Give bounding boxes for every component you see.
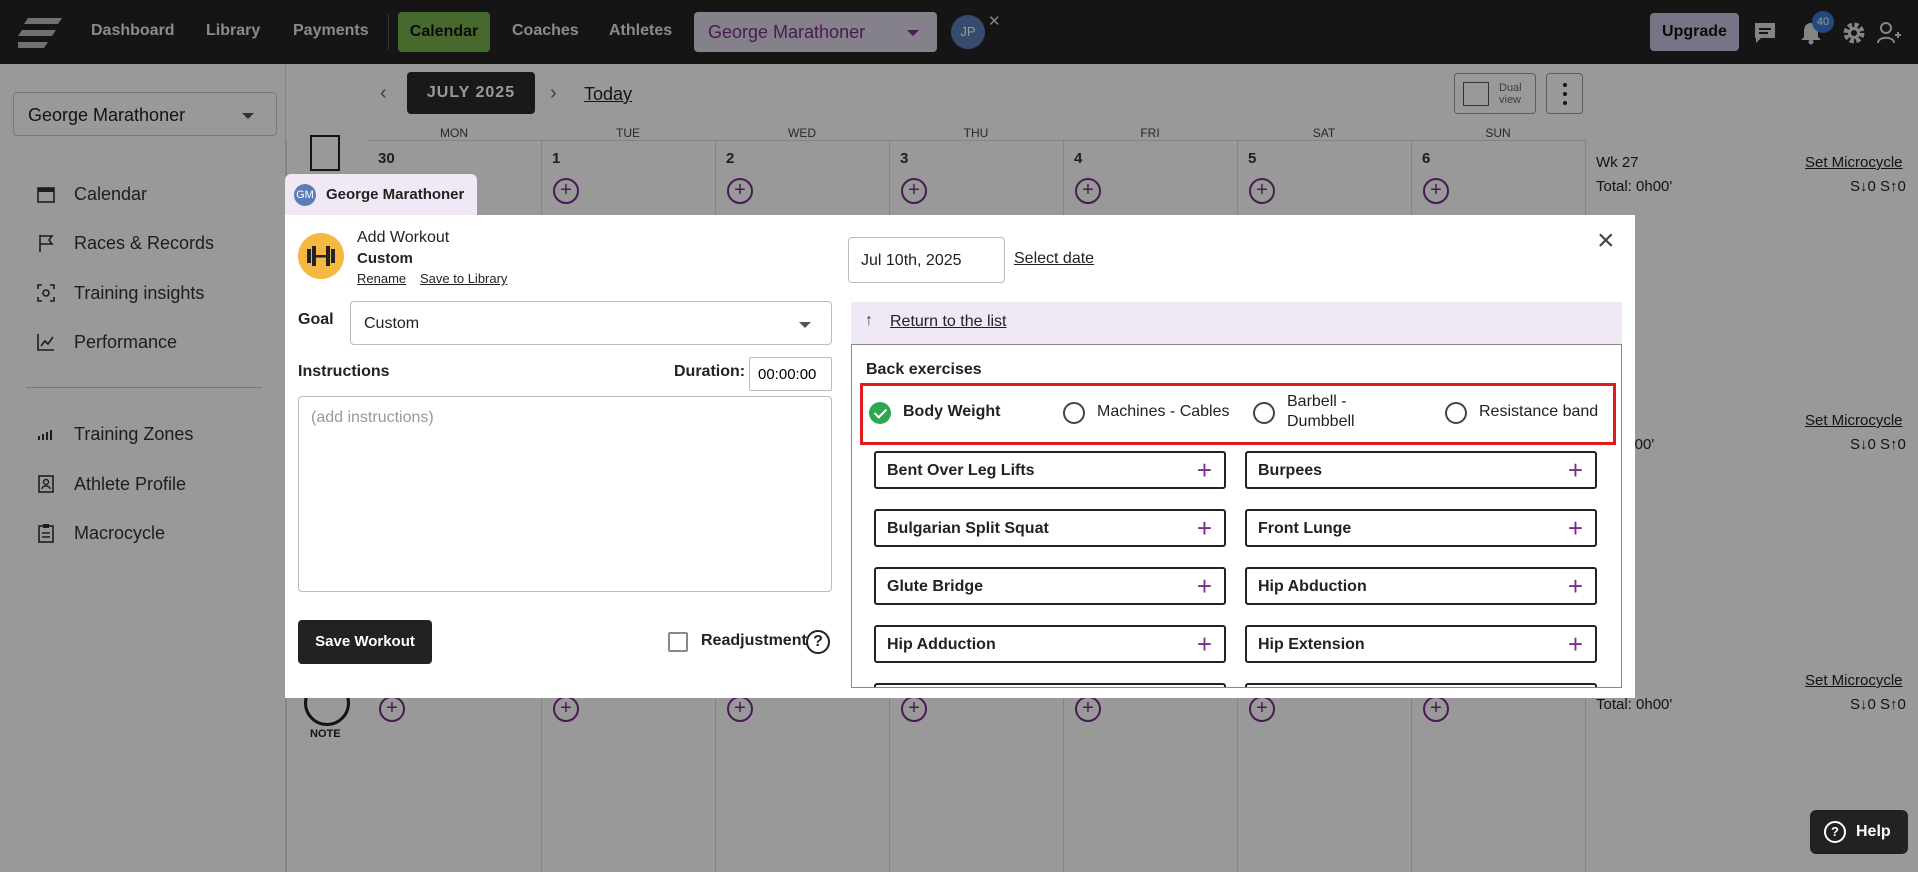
exercise-name: Bulgarian Split Squat xyxy=(887,520,1049,537)
select-date-link[interactable]: Select date xyxy=(1014,250,1094,268)
instructions-field[interactable] xyxy=(298,396,832,592)
plus-icon[interactable]: + xyxy=(1568,571,1583,602)
category-label: Body Weight xyxy=(903,403,1001,420)
help-label: Help xyxy=(1856,823,1891,840)
workout-type: Custom xyxy=(357,250,413,267)
check-circle-icon xyxy=(869,402,891,424)
help-icon[interactable]: ? xyxy=(806,630,830,654)
category-filter: Body Weight Machines - Cables Barbell - … xyxy=(860,383,1616,445)
duration-label: Duration: xyxy=(674,363,746,380)
radio-icon xyxy=(1063,402,1085,424)
exercise-item[interactable]: Glute Bridge + xyxy=(874,567,1226,605)
goal-select[interactable]: Custom xyxy=(350,301,832,345)
radio-icon xyxy=(1253,402,1275,424)
exercise-name: Glute Bridge xyxy=(887,578,984,595)
exercise-name: Front Lunge xyxy=(1258,520,1352,537)
avatar: GM xyxy=(294,184,316,206)
arrow-up-icon: ↑ xyxy=(865,312,873,329)
question-icon: ? xyxy=(1824,821,1846,843)
exercise-item[interactable] xyxy=(874,683,1226,687)
plus-icon[interactable]: + xyxy=(1568,455,1583,486)
return-to-list-link[interactable]: Return to the list xyxy=(890,313,1007,331)
exercise-name: Hip Extension xyxy=(1258,636,1365,653)
date-field[interactable]: Jul 10th, 2025 xyxy=(848,237,1005,283)
close-icon[interactable]: × xyxy=(1597,224,1615,258)
readjustment-checkbox[interactable] xyxy=(668,632,688,652)
save-to-library-link[interactable]: Save to Library xyxy=(420,271,507,286)
instructions-label: Instructions xyxy=(298,363,390,380)
plus-icon[interactable]: + xyxy=(1197,513,1212,544)
readjustment-label: Readjustment xyxy=(701,632,807,649)
help-button[interactable]: ? Help xyxy=(1810,810,1908,854)
exercise-panel: Back exercises Body Weight Machines - Ca… xyxy=(851,344,1622,688)
exercise-item[interactable]: Front Lunge + xyxy=(1245,509,1597,547)
plus-icon[interactable]: + xyxy=(1568,513,1583,544)
exercise-name: Hip Adduction xyxy=(887,636,996,653)
exercise-item[interactable] xyxy=(1245,683,1597,687)
chevron-down-icon xyxy=(799,322,811,328)
exercise-name: Hip Abduction xyxy=(1258,578,1367,595)
plus-icon[interactable]: + xyxy=(1197,571,1212,602)
exercise-item[interactable]: Bent Over Leg Lifts + xyxy=(874,451,1226,489)
plus-icon[interactable]: + xyxy=(1197,629,1212,660)
duration-input[interactable] xyxy=(749,357,832,391)
goal-label: Goal xyxy=(298,311,334,328)
exercise-name: Burpees xyxy=(1258,462,1323,479)
rename-link[interactable]: Rename xyxy=(357,271,406,286)
add-workout-title: Add Workout xyxy=(357,229,450,246)
dialog-athlete-tab: GM George Marathoner xyxy=(285,174,477,216)
dumbbell-icon xyxy=(298,233,344,279)
exercise-item[interactable]: Hip Extension + xyxy=(1245,625,1597,663)
exercise-item[interactable]: Hip Abduction + xyxy=(1245,567,1597,605)
exercise-item[interactable]: Hip Adduction + xyxy=(874,625,1226,663)
plus-icon[interactable]: + xyxy=(1197,455,1212,486)
category-label: Barbell - Dumbbell xyxy=(1287,393,1355,430)
plus-icon[interactable]: + xyxy=(1568,629,1583,660)
exercise-item[interactable]: Burpees + xyxy=(1245,451,1597,489)
save-workout-button[interactable]: Save Workout xyxy=(298,620,432,664)
category-label: Machines - Cables xyxy=(1097,403,1230,420)
goal-value: Custom xyxy=(364,315,420,332)
dialog-athlete-name: George Marathoner xyxy=(326,186,465,203)
category-label: Resistance band xyxy=(1479,403,1599,420)
radio-icon xyxy=(1445,402,1467,424)
exercise-group-title: Back exercises xyxy=(866,361,982,378)
exercise-name: Bent Over Leg Lifts xyxy=(887,462,1035,479)
return-to-list-bar[interactable]: ↑ Return to the list xyxy=(851,302,1622,344)
exercise-item[interactable]: Bulgarian Split Squat + xyxy=(874,509,1226,547)
